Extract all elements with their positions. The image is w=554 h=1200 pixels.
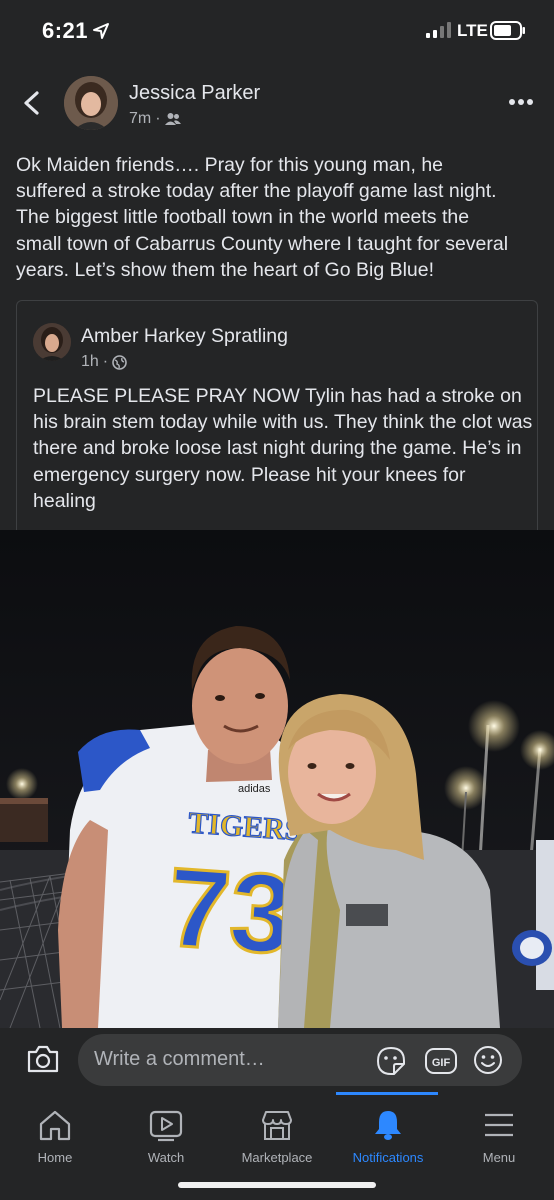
shared-author-name[interactable]: Amber Harkey Spratling [81,325,288,348]
tab-label: Marketplace [241,1150,313,1165]
tab-notifications[interactable]: Notifications [333,1092,443,1172]
tab-label: Menu [482,1150,516,1165]
more-options-icon[interactable] [508,98,534,106]
home-icon [39,1110,71,1141]
network-type: LTE [457,21,488,40]
marketplace-icon [262,1111,292,1140]
shared-post-time[interactable]: 1h [81,353,99,371]
menu-icon [485,1113,513,1137]
svg-text:GIF: GIF [432,1057,451,1069]
status-time: 6:21 [42,18,89,43]
battery-icon [490,21,525,40]
sticker-icon[interactable] [374,1044,408,1078]
watch-icon [149,1110,183,1142]
shared-post-text: PLEASE PLEASE PRAY NOW Tylin has had a s… [33,385,533,512]
post-header: Jessica Parker 7m · [0,62,554,142]
tab-bar: Home Watch Marketplace Notifications Men… [0,1092,554,1200]
shared-post-card[interactable]: Amber Harkey Spratling 1h · PLEASE PLEAS… [16,300,538,532]
globe-icon [112,354,127,370]
signal-icon [426,22,451,38]
jersey-number: 73 [164,844,297,977]
shared-author-avatar[interactable] [33,323,71,361]
meta-separator: · [102,353,109,370]
post-text: Ok Maiden friends…. Pray for this young … [16,154,509,281]
tab-watch[interactable]: Watch [111,1092,221,1172]
bell-icon [375,1111,401,1140]
emoji-icon[interactable] [472,1044,504,1076]
tab-marketplace[interactable]: Marketplace [222,1092,332,1172]
comment-bar: Write a comment… GIF [0,1028,554,1092]
comment-input[interactable]: Write a comment… GIF [78,1034,522,1086]
camera-icon[interactable] [26,1044,60,1074]
author-avatar[interactable] [64,76,118,130]
post-time[interactable]: 7m [129,110,151,128]
tab-label: Notifications [352,1150,424,1165]
post-meta: 7m · [129,110,181,128]
comment-placeholder: Write a comment… [94,1048,265,1070]
post-photo[interactable]: TIGERS 73 adidas [0,530,554,1028]
meta-separator: · [155,110,161,127]
status-bar: 6:21 LTE [0,0,554,62]
tab-menu[interactable]: Menu [444,1092,554,1172]
author-name[interactable]: Jessica Parker [129,82,260,105]
tab-label: Watch [147,1150,185,1165]
gif-icon[interactable]: GIF [424,1046,458,1076]
shared-post-meta: 1h · [81,353,127,371]
jersey-brand: adidas [238,783,271,795]
location-arrow-icon [93,23,109,39]
friends-audience-icon [164,113,181,125]
tab-home[interactable]: Home [0,1092,110,1172]
back-icon[interactable] [20,90,44,116]
home-indicator [178,1182,376,1188]
tab-label: Home [37,1150,73,1165]
